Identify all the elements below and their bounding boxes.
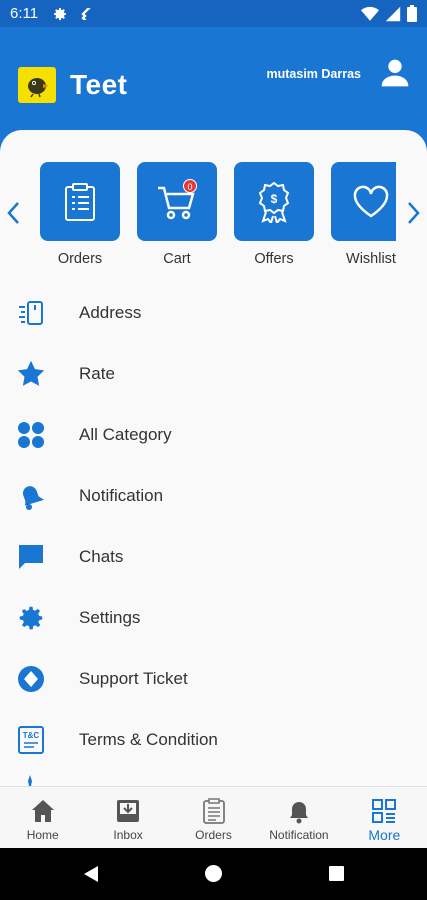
nav-more-label: More — [368, 827, 401, 843]
menu-item-notification[interactable]: Notification — [0, 465, 427, 526]
offer-badge-icon: $ — [258, 181, 290, 223]
settings-status-icon — [54, 7, 67, 20]
cart-label: Cart — [163, 251, 191, 267]
nav-orders-label: Orders — [195, 828, 232, 842]
sparkle-icon — [28, 775, 32, 786]
menu-item-settings[interactable]: Settings — [0, 587, 427, 648]
brand-name: Teet — [70, 69, 128, 100]
nav-notification-label: Notification — [269, 828, 329, 842]
nav-home[interactable]: Home — [0, 787, 85, 848]
orders-tile[interactable] — [40, 162, 120, 241]
status-time: 6:11 — [10, 5, 39, 22]
wishlist-label: Wishlist — [346, 251, 396, 267]
clipboard-icon — [65, 182, 95, 221]
svg-text:$: $ — [271, 192, 278, 206]
nav-orders[interactable]: Orders — [171, 787, 256, 848]
offers-tile[interactable]: $ — [234, 162, 314, 241]
menu-label-settings: Settings — [79, 607, 141, 627]
offers-label: Offers — [254, 251, 294, 267]
nav-inbox-label: Inbox — [113, 828, 143, 842]
gear-icon — [19, 606, 43, 629]
home-button[interactable] — [205, 865, 222, 882]
username[interactable]: mutasim Darras — [267, 67, 362, 81]
quick-action-offers[interactable]: $ Offers — [234, 162, 314, 267]
chevron-right-icon[interactable] — [403, 200, 423, 226]
chat-icon — [19, 544, 43, 569]
main-sheet: Orders 0 Cart $ Offers Wishlist Address … — [0, 130, 427, 786]
menu-item-support-ticket[interactable]: Support Ticket — [0, 648, 427, 709]
more-grid-icon — [372, 799, 397, 823]
orders-label: Orders — [57, 251, 103, 267]
flutter-status-icon — [81, 7, 91, 20]
quick-actions: Orders 0 Cart $ Offers Wishlist — [40, 162, 396, 272]
chevron-left-icon[interactable] — [4, 200, 24, 226]
back-icon[interactable] — [83, 865, 99, 883]
menu-label-notification: Notification — [79, 485, 164, 505]
terms-icon: T&C — [18, 725, 44, 754]
wishlist-tile[interactable] — [331, 162, 396, 241]
cart-badge: 0 — [183, 179, 197, 193]
more-menu: Address Rate All Category Notification C… — [0, 282, 427, 770]
status-bar: 6:11 — [0, 0, 427, 27]
menu-item-rate[interactable]: Rate — [0, 343, 427, 404]
menu-label-all-category: All Category — [79, 424, 172, 444]
quick-action-cart[interactable]: 0 Cart — [137, 162, 217, 267]
quick-action-orders[interactable]: Orders — [40, 162, 120, 267]
bottom-navigation: Home Inbox Orders Notification More — [0, 786, 427, 848]
menu-label-address: Address — [79, 302, 142, 322]
nav-home-label: Home — [26, 828, 59, 842]
home-icon — [31, 800, 54, 822]
inbox-icon — [117, 800, 140, 822]
category-grid-icon — [18, 421, 44, 448]
profile-icon[interactable] — [379, 57, 411, 89]
cart-tile[interactable]: 0 — [137, 162, 217, 241]
signal-icon — [385, 6, 401, 21]
menu-item-all-category[interactable]: All Category — [0, 404, 427, 465]
svg-text:T&C: T&C — [23, 731, 40, 740]
wifi-icon — [361, 6, 379, 21]
system-navigation-bar — [0, 848, 427, 900]
star-icon — [17, 360, 45, 386]
battery-icon — [407, 5, 417, 22]
support-icon — [18, 665, 44, 692]
bell-icon — [22, 485, 45, 510]
brand-logo — [18, 67, 56, 103]
bird-logo-icon — [28, 78, 49, 98]
nav-notification[interactable]: Notification — [256, 787, 341, 848]
quick-action-wishlist[interactable]: Wishlist — [331, 162, 396, 267]
menu-label-rate: Rate — [79, 363, 115, 383]
heart-icon — [353, 185, 389, 217]
menu-item-terms[interactable]: T&C Terms & Condition — [0, 709, 427, 770]
bell-icon — [289, 802, 308, 824]
nav-inbox[interactable]: Inbox — [85, 787, 170, 848]
menu-label-support-ticket: Support Ticket — [79, 668, 188, 688]
menu-item-chats[interactable]: Chats — [0, 526, 427, 587]
address-icon — [19, 300, 43, 325]
quick-actions-carousel: Orders 0 Cart $ Offers Wishlist — [0, 130, 427, 280]
menu-item-address[interactable]: Address — [0, 282, 427, 343]
menu-label-chats: Chats — [79, 546, 124, 566]
nav-more[interactable]: More — [342, 787, 427, 848]
recents-button[interactable] — [329, 866, 344, 881]
orders-icon — [202, 798, 225, 824]
app-header: Teet mutasim Darras — [0, 27, 427, 145]
menu-label-terms: Terms & Condition — [79, 729, 218, 749]
